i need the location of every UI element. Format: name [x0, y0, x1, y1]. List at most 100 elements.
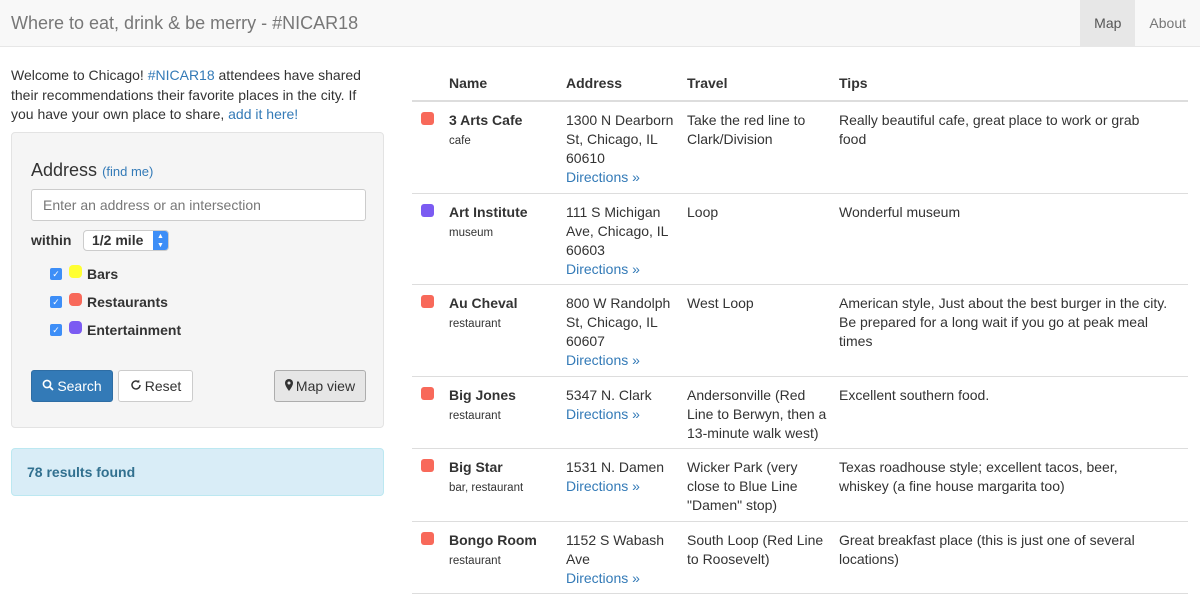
category-marker: [421, 295, 434, 308]
address-label-text: Address: [31, 160, 98, 180]
restaurants-label: Restaurants: [87, 294, 168, 310]
category-marker: [421, 459, 434, 472]
category-marker: [421, 204, 434, 217]
directions-link[interactable]: Directions »: [566, 478, 640, 494]
directions-link[interactable]: Directions »: [566, 570, 640, 586]
layer-bars: ✓ Bars: [50, 265, 118, 283]
site-title[interactable]: Where to eat, drink & be merry - #NICAR1…: [11, 13, 358, 34]
bars-color-dot: [69, 265, 82, 278]
travel-cell: Wicker Park (very close to Blue Line "Da…: [687, 459, 798, 513]
restaurants-checkbox[interactable]: ✓: [50, 296, 62, 308]
table-row[interactable]: 3 Arts Cafe cafe 1300 N Dearborn St, Chi…: [412, 102, 1188, 194]
category-marker: [421, 532, 434, 545]
refresh-icon: [130, 371, 142, 401]
map-view-button-label: Map view: [295, 378, 356, 394]
search-panel: Address (find me) within 1/2 mile ▲▼ ✓ B…: [11, 132, 384, 428]
name-cell: 3 Arts Cafe cafe: [449, 111, 559, 148]
navbar: Where to eat, drink & be merry - #NICAR1…: [0, 0, 1200, 47]
address-label: Address (find me): [31, 160, 153, 181]
restaurants-color-dot: [69, 293, 82, 306]
place-address: 1531 N. Damen: [566, 459, 665, 475]
entertainment-color-dot: [69, 321, 82, 334]
place-category: restaurant: [449, 555, 501, 567]
add-place-link[interactable]: add it here!: [228, 106, 298, 122]
table-row[interactable]: Au Cheval restaurant 800 W Randolph St, …: [412, 285, 1188, 377]
place-category: restaurant: [449, 410, 501, 422]
place-name[interactable]: 3 Arts Cafe: [449, 111, 559, 130]
nav-item-about[interactable]: About: [1135, 0, 1200, 46]
address-input[interactable]: [31, 189, 366, 221]
name-cell: Big Star bar, restaurant: [449, 458, 559, 495]
address-cell: 1300 N Dearborn St, Chicago, IL 60610 Di…: [566, 111, 678, 187]
entertainment-checkbox[interactable]: ✓: [50, 324, 62, 336]
travel-cell: Take the red line to Clark/Division: [687, 112, 806, 147]
table-row[interactable]: Big Jones restaurant 5347 N. Clark Direc…: [412, 377, 1188, 449]
place-address: 1300 N Dearborn St, Chicago, IL 60610: [566, 112, 674, 166]
reset-button[interactable]: Reset: [118, 370, 193, 402]
intro-text-start: Welcome to Chicago!: [11, 67, 148, 83]
place-address: 800 W Randolph St, Chicago, IL 60607: [566, 295, 671, 349]
place-category: bar, restaurant: [449, 482, 524, 494]
place-address: 111 S Michigan Ave, Chicago, IL 60603: [566, 204, 668, 258]
travel-cell: Loop: [687, 204, 719, 220]
map-view-button[interactable]: Map view: [274, 370, 366, 402]
bars-label: Bars: [87, 266, 119, 282]
entertainment-label: Entertainment: [87, 322, 182, 338]
tips-cell: Really beautiful cafe, great place to wo…: [839, 112, 1140, 147]
name-cell: Au Cheval restaurant: [449, 294, 559, 331]
tips-cell: Wonderful museum: [839, 204, 961, 220]
address-cell: 5347 N. Clark Directions »: [566, 386, 678, 424]
search-button[interactable]: Search: [31, 370, 113, 402]
place-name[interactable]: Big Jones: [449, 386, 559, 405]
header-address[interactable]: Address: [566, 75, 622, 91]
radius-select[interactable]: 1/2 mile ▲ ▼: [83, 230, 169, 251]
place-address: 1152 S Wabash Ave: [566, 532, 665, 567]
address-cell: 800 W Randolph St, Chicago, IL 60607 Dir…: [566, 294, 678, 370]
tips-cell: American style, Just about the best burg…: [839, 295, 1168, 349]
hashtag-link[interactable]: #NICAR18: [148, 67, 215, 83]
name-cell: Big Jones restaurant: [449, 386, 559, 423]
place-category: cafe: [449, 135, 471, 147]
directions-link[interactable]: Directions »: [566, 169, 640, 185]
layer-restaurants: ✓ Restaurants: [50, 293, 168, 311]
intro-text: Welcome to Chicago! #NICAR18 attendees h…: [11, 66, 381, 125]
directions-link[interactable]: Directions »: [566, 352, 640, 368]
address-cell: 1531 N. Damen Directions »: [566, 458, 678, 496]
category-marker: [421, 387, 434, 400]
table-row[interactable]: Art Institute museum 111 S Michigan Ave,…: [412, 194, 1188, 285]
nav-menu: Map About: [1080, 0, 1200, 46]
layer-entertainment: ✓ Entertainment: [50, 321, 181, 339]
tips-cell: Texas roadhouse style; excellent tacos, …: [839, 459, 1118, 494]
directions-link[interactable]: Directions »: [566, 406, 640, 422]
address-cell: 1152 S Wabash Ave Directions »: [566, 531, 678, 588]
table-row[interactable]: Bongo Room restaurant 1152 S Wabash Ave …: [412, 522, 1188, 594]
place-category: museum: [449, 227, 494, 239]
travel-cell: Andersonville (Red Line to Berwyn, then …: [687, 387, 827, 441]
category-marker: [421, 112, 434, 125]
tips-cell: Great breakfast place (this is just one …: [839, 532, 1135, 567]
reset-button-label: Reset: [144, 378, 182, 394]
travel-cell: South Loop (Red Line to Roosevelt): [687, 532, 824, 567]
radius-value: 1/2 mile: [92, 232, 144, 248]
results-count: 78 results found: [11, 448, 384, 496]
place-category: restaurant: [449, 318, 501, 330]
header-name[interactable]: Name: [449, 75, 487, 91]
header-tips[interactable]: Tips: [839, 75, 868, 91]
directions-link[interactable]: Directions »: [566, 261, 640, 277]
table-row[interactable]: Big Star bar, restaurant 1531 N. Damen D…: [412, 449, 1188, 522]
nav-item-map[interactable]: Map: [1080, 0, 1136, 46]
place-name[interactable]: Big Star: [449, 458, 559, 477]
bars-checkbox[interactable]: ✓: [50, 268, 62, 280]
place-name[interactable]: Au Cheval: [449, 294, 559, 313]
travel-cell: West Loop: [687, 295, 754, 311]
places-table: Name Address Travel Tips 3 Arts Cafe caf…: [412, 64, 1188, 594]
find-me-link[interactable]: (find me): [102, 164, 153, 179]
place-name[interactable]: Art Institute: [449, 203, 559, 222]
map-marker-icon: [284, 371, 293, 401]
header-travel[interactable]: Travel: [687, 75, 727, 91]
place-address: 5347 N. Clark: [566, 387, 652, 403]
place-name[interactable]: Bongo Room: [449, 531, 559, 550]
address-cell: 111 S Michigan Ave, Chicago, IL 60603 Di…: [566, 203, 678, 279]
select-arrows-icon: ▲ ▼: [153, 231, 168, 250]
search-icon: [42, 371, 54, 401]
